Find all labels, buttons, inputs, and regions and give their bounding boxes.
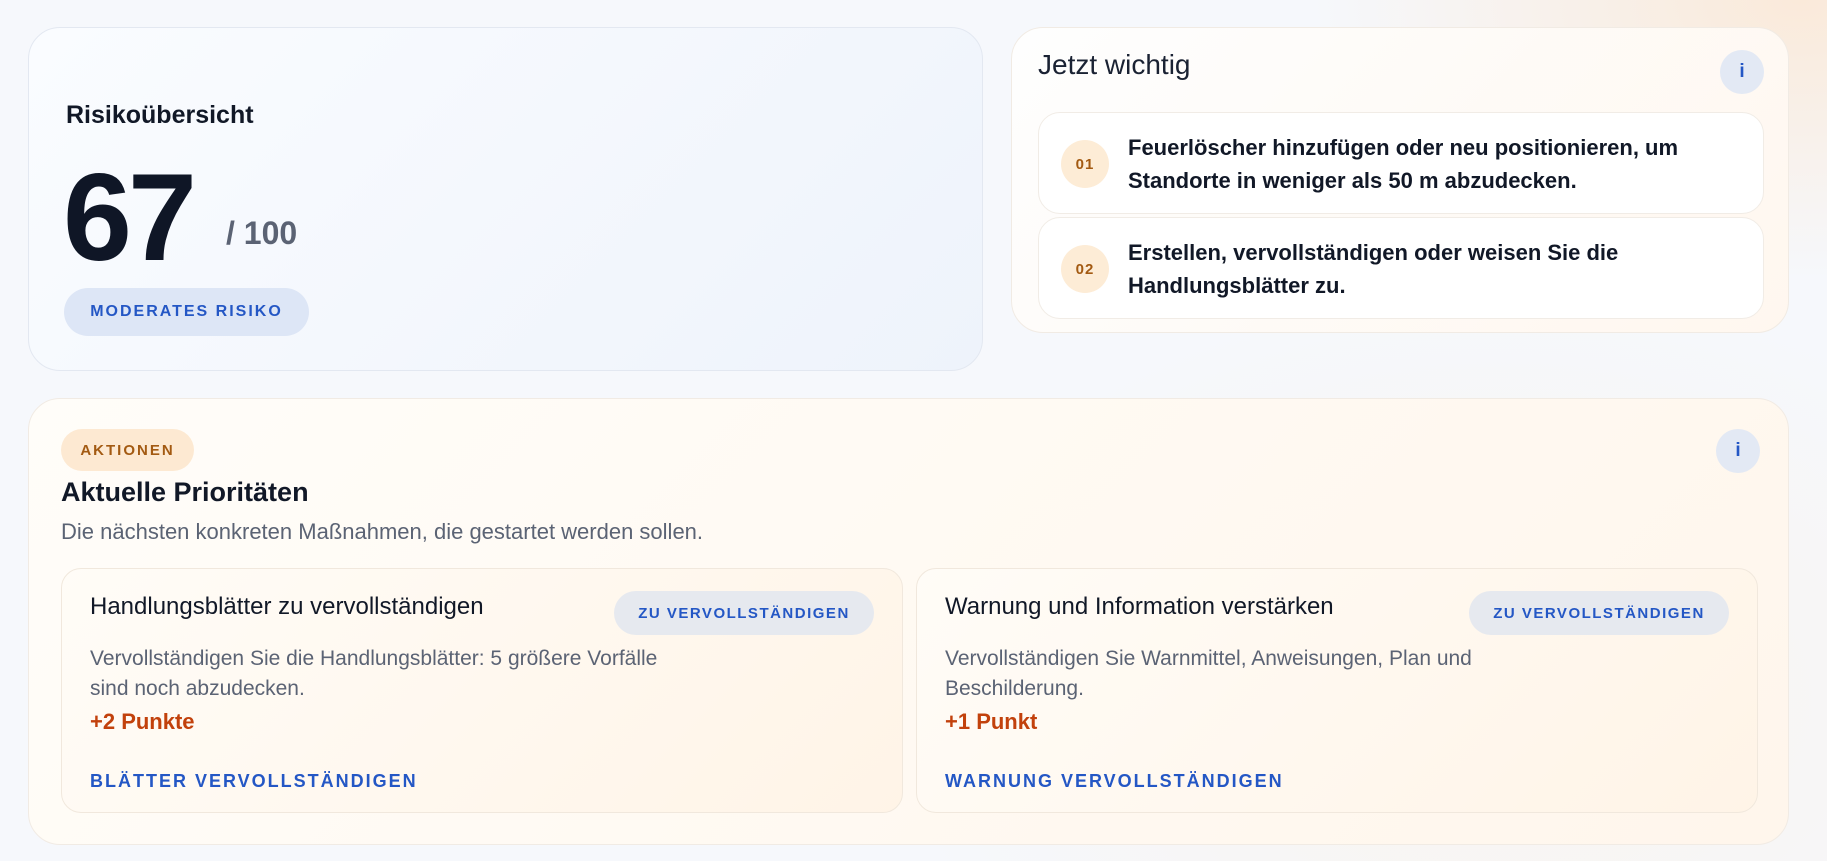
actions-card: AKTIONEN i Aktuelle Prioritäten Die näch… [28,398,1789,845]
complete-sheets-link[interactable]: BLÄTTER VERVOLLSTÄNDIGEN [90,771,418,792]
action-title: Warnung und Information verstärken [945,593,1334,620]
actions-subtitle: Die nächsten konkreten Maßnahmen, die ge… [61,519,704,544]
action-status-badge[interactable]: ZU VERVOLLSTÄNDIGEN [1469,591,1729,635]
action-description: Vervollständigen Sie die Handlungsblätte… [90,647,658,700]
risk-score-max: / 100 [226,215,298,251]
risk-overview-title: Risikoübersicht [66,101,254,129]
now-item[interactable]: 02 Erstellen, vervollständigen oder weis… [1038,217,1764,319]
action-card-sheets: Handlungsblätter zu vervollständigen ZU … [61,568,903,813]
risk-level-badge: MODERATES RISIKO [64,288,309,336]
info-icon[interactable]: i [1716,429,1760,473]
now-item-text: Feuerlöscher hinzufügen oder neu positio… [1128,135,1679,193]
info-icon[interactable]: i [1720,50,1764,94]
action-card-warning: Warnung und Information verstärken ZU VE… [916,568,1758,813]
now-item-number: 02 [1061,245,1109,293]
now-item-number: 01 [1061,140,1109,188]
action-title: Handlungsblätter zu vervollständigen [90,593,484,620]
now-important-card: Jetzt wichtig i 01 Feuerlöscher hinzufüg… [1011,27,1789,333]
now-item-text: Erstellen, vervollständigen oder weisen … [1128,240,1619,298]
action-status-badge[interactable]: ZU VERVOLLSTÄNDIGEN [614,591,874,635]
risk-score: 67 [63,149,197,287]
now-item[interactable]: 01 Feuerlöscher hinzufügen oder neu posi… [1038,112,1764,214]
action-points: +2 Punkte [90,709,195,734]
now-important-title: Jetzt wichtig [1038,49,1191,80]
action-description: Vervollständigen Sie Warnmittel, Anweisu… [945,647,1472,700]
actions-heading: Aktuelle Prioritäten [61,477,309,507]
risk-overview-card: Risikoübersicht 67 / 100 MODERATES RISIK… [28,27,983,371]
complete-warning-link[interactable]: WARNUNG VERVOLLSTÄNDIGEN [945,771,1284,792]
actions-tag: AKTIONEN [61,429,194,471]
action-points: +1 Punkt [945,709,1038,734]
